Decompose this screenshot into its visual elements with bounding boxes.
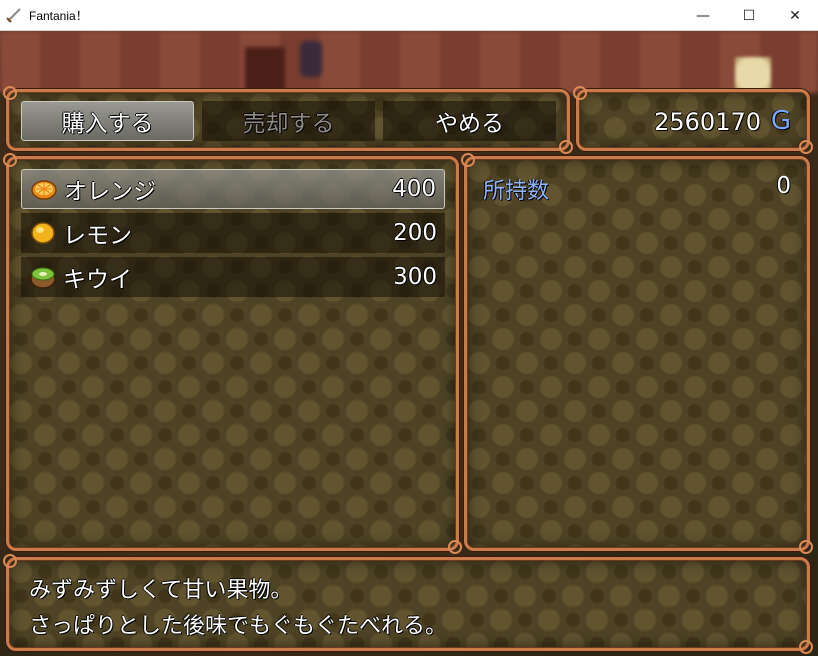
maximize-icon: ☐: [742, 7, 756, 24]
list-item-lemon[interactable]: レモン 200: [21, 213, 445, 253]
cancel-button[interactable]: やめる: [383, 101, 556, 141]
item-price: 400: [392, 176, 436, 202]
window-title: Fantania！: [29, 8, 88, 23]
help-text-line-2: さっぱりとした後味でもぐもぐたべれる。: [29, 614, 448, 639]
gold-amount: 2560170: [654, 108, 761, 136]
orange-slice-icon: [30, 175, 58, 203]
status-window: 所持数 0: [461, 153, 813, 554]
item-price: 200: [393, 220, 437, 246]
item-price: 300: [393, 264, 437, 290]
help-text-line-1: みずみずしくて甘い果物。: [29, 578, 293, 603]
help-window: みずみずしくて甘い果物。 さっぱりとした後味でもぐもぐたべれる。: [3, 554, 813, 654]
close-button[interactable]: ✕: [772, 0, 818, 31]
gold-unit: G: [770, 106, 791, 136]
item-list-window: オレンジ 400 レモン 200 キウイ 300: [3, 153, 462, 554]
buy-button[interactable]: 購入する: [21, 101, 194, 141]
list-item-orange[interactable]: オレンジ 400: [21, 169, 445, 209]
command-window: 購入する 売却する やめる: [3, 86, 573, 154]
owned-count-value: 0: [776, 173, 791, 199]
background-lamp: [300, 41, 322, 77]
list-item-kiwi[interactable]: キウイ 300: [21, 257, 445, 297]
maximize-button[interactable]: ☐: [726, 0, 772, 31]
game-canvas: 購入する 売却する やめる 2560170 G オレンジ 400 レモン 200…: [0, 31, 818, 656]
owned-count-label: 所持数: [483, 179, 550, 204]
sell-button[interactable]: 売却する: [202, 101, 375, 141]
close-icon: ✕: [789, 7, 801, 24]
background-door: [245, 47, 285, 95]
background-town: [0, 31, 818, 93]
item-name: レモン: [63, 223, 132, 249]
item-name: キウイ: [63, 267, 132, 293]
title-bar: Fantania！ — ☐ ✕: [0, 0, 818, 31]
kiwi-icon: [29, 263, 57, 291]
minimize-icon: —: [696, 7, 710, 24]
minimize-button[interactable]: —: [680, 0, 726, 31]
sword-icon: [5, 6, 23, 24]
gold-window: 2560170 G: [573, 86, 813, 154]
item-name: オレンジ: [64, 179, 156, 205]
lemon-icon: [29, 219, 57, 247]
